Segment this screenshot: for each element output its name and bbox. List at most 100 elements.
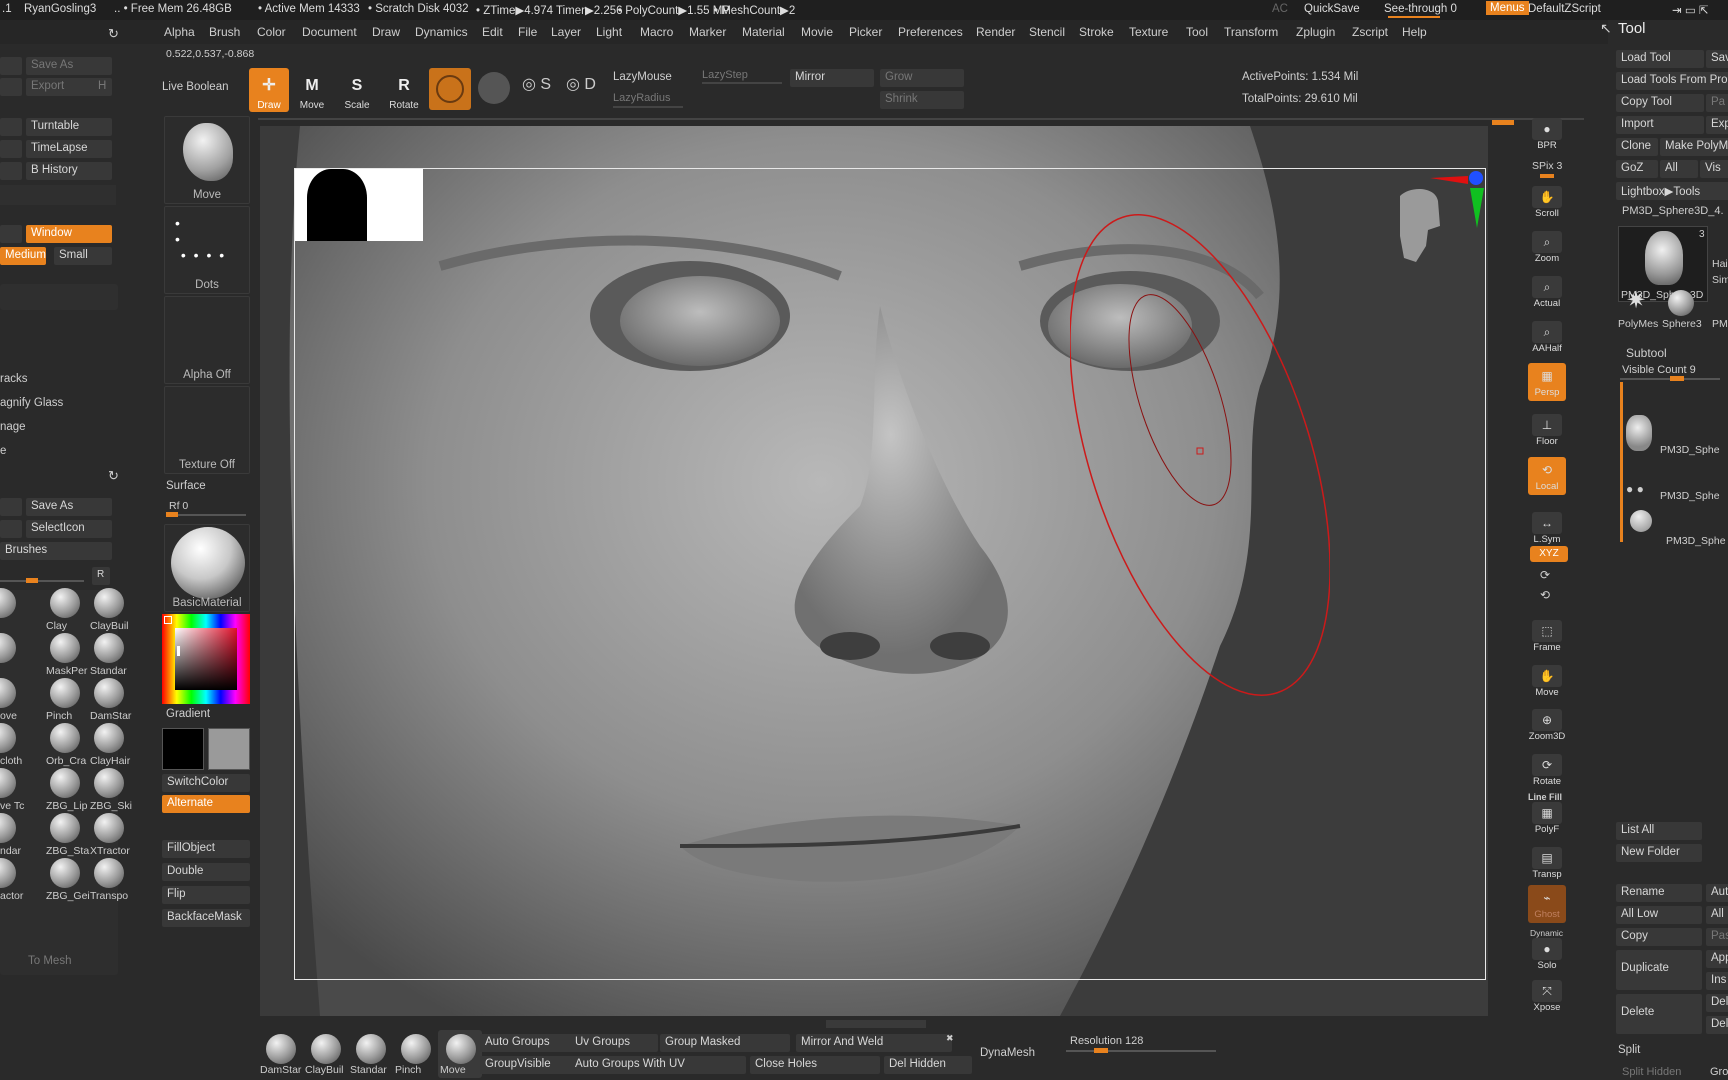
menu-movie[interactable]: Movie [801,25,833,39]
delete-other-button[interactable]: Del [1706,994,1728,1012]
paste-tool-button[interactable]: Pa [1706,94,1728,112]
subtool-teeth-icon[interactable] [1630,510,1652,532]
load-tools-from-project-button[interactable]: Load Tools From Pro [1616,72,1728,90]
medium-button[interactable]: Medium [0,247,46,265]
persp-button[interactable]: ▦ Persp [1528,363,1566,401]
xyz-button[interactable]: XYZ [1530,546,1568,562]
rotate-z-icon[interactable]: ⟲ [1540,588,1550,602]
brush-thumb-icon[interactable] [94,723,124,753]
subtool-header[interactable]: Subtool [1626,346,1667,360]
menus-button[interactable]: Menus [1486,1,1529,15]
duplicate-button[interactable]: Duplicate [1616,950,1702,990]
brush-thumb-icon[interactable] [50,588,80,618]
clone-button[interactable]: Clone [1616,138,1658,156]
left-button-stub-2[interactable] [0,78,22,96]
menu-stencil[interactable]: Stencil [1029,25,1065,39]
tool-panel-title[interactable]: Tool [1618,20,1646,37]
load-tool-button[interactable]: Load Tool [1616,50,1704,68]
solo-button[interactable]: ● Solo [1528,936,1566,972]
left-button-stub-3[interactable] [0,118,22,136]
local-button[interactable]: ⟲ Local [1528,457,1566,495]
make-polymesh-button[interactable]: Make PolyM [1660,138,1728,156]
select-icon-button[interactable]: SelectIcon [26,520,112,538]
actual-button[interactable]: ⌕ Actual [1528,274,1566,310]
goz-button[interactable]: GoZ [1616,160,1658,178]
lazyradius-slider[interactable]: LazyRadius [613,92,670,104]
move-view-button[interactable]: ✋ Move [1528,663,1566,699]
subtool-eyes-icon[interactable]: ● ● [1626,482,1644,496]
menu-document[interactable]: Document [302,25,357,39]
timelapse-button[interactable]: TimeLapse [26,140,112,158]
material-slot[interactable]: BasicMaterial [164,524,250,612]
subtool-scrollbar[interactable] [1620,382,1623,542]
auto-reorder-button[interactable]: Aut [1706,884,1728,902]
quicksave-button[interactable]: QuickSave [1304,3,1360,15]
bottom-shelf-handle[interactable] [826,1020,926,1028]
color-sv-square[interactable] [175,628,237,690]
group-visible-button[interactable]: GroupVisible [480,1056,574,1074]
all-low-button[interactable]: All Low [1616,906,1702,924]
spix-handle[interactable] [1540,174,1554,178]
brush-thumb-icon[interactable] [94,813,124,843]
sculptris-s-icon[interactable]: ◎ S [522,74,554,104]
zoom3d-button[interactable]: ⊕ Zoom3D [1528,707,1566,743]
edit-mode-toggle[interactable] [429,68,471,110]
auto-groups-button[interactable]: Auto Groups [480,1034,574,1052]
aahalf-button[interactable]: ⌕ AAHalf [1528,319,1566,355]
menu-macro[interactable]: Macro [640,25,673,39]
del-hidden-button[interactable]: Del Hidden [884,1056,972,1074]
tool-panel-pin-icon[interactable]: ↖ [1600,20,1612,40]
main-color-swatch[interactable] [208,728,250,770]
group-masked-button[interactable]: Group Masked [660,1034,790,1052]
r-button[interactable]: R [92,567,110,585]
brush-thumb-icon[interactable] [94,768,124,798]
brush-thumb-icon[interactable] [94,588,124,618]
menu-dynamics[interactable]: Dynamics [415,25,468,39]
lazystep-slider[interactable]: LazyStep [702,69,748,81]
left-button-stub-7[interactable] [0,498,22,516]
goz-all-button[interactable]: All [1660,160,1698,178]
flip-button[interactable]: Flip [162,886,250,904]
color-picker[interactable] [162,614,250,704]
paste-subtool-button[interactable]: Pas [1706,928,1728,946]
uv-groups-button[interactable]: Uv Groups [570,1034,658,1052]
orientation-gizmo[interactable] [1380,166,1490,296]
brush-thumb-icon[interactable] [94,858,124,888]
stroke-slot[interactable]: • • • • • • Dots [164,206,250,294]
bpr-button[interactable]: ● BPR [1528,116,1566,152]
rf-slider[interactable]: Rf 0 [169,500,188,512]
move-mode-button[interactable]: M Move [292,68,332,112]
subtool-head-icon[interactable] [1626,415,1652,451]
menu-brush[interactable]: Brush [209,25,240,39]
spix-slider[interactable]: SPix 3 [1532,160,1562,172]
left-button-stub-1[interactable] [0,57,22,75]
menu-alpha[interactable]: Alpha [164,25,195,39]
resolution-slider[interactable]: Resolution 128 [1070,1035,1143,1047]
sphere3d-icon[interactable] [1668,290,1694,316]
polymesh-star-icon[interactable]: ✷ [1626,286,1646,315]
floor-button[interactable]: ⊥ Floor [1528,412,1566,448]
to-mesh-button[interactable]: To Mesh [28,955,71,967]
switch-color-button[interactable]: SwitchColor [162,774,250,792]
frame-button[interactable]: ⬚ Frame [1528,618,1566,654]
menu-marker[interactable]: Marker [689,25,726,39]
draw-mode-button[interactable]: ✛ Draw [249,68,289,112]
rf-handle[interactable] [166,512,178,517]
menu-edit[interactable]: Edit [482,25,503,39]
window-button[interactable]: Window [26,225,112,243]
subtool-1-name[interactable]: PM3D_Sphe [1660,444,1720,456]
default-zscript-button[interactable]: DefaultZScript [1528,3,1601,15]
dynamesh-button[interactable]: DynaMesh [980,1047,1035,1059]
goz-visible-button[interactable]: Vis [1700,160,1728,178]
save-as-button[interactable]: Save As [26,498,112,516]
brush-size-handle[interactable] [26,578,38,583]
current-brush-slot[interactable]: Move [164,116,250,204]
subtool-3-name[interactable]: PM3D_Sphe [1666,535,1726,547]
left-button-stub-4[interactable] [0,140,22,158]
brush-thumb-icon[interactable] [50,633,80,663]
brush-size-track[interactable] [0,580,84,582]
rename-button[interactable]: Rename [1616,884,1702,902]
secondary-color-swatch[interactable] [162,728,204,770]
menu-stroke[interactable]: Stroke [1079,25,1114,39]
groups-split-button[interactable]: Gro [1710,1066,1728,1078]
